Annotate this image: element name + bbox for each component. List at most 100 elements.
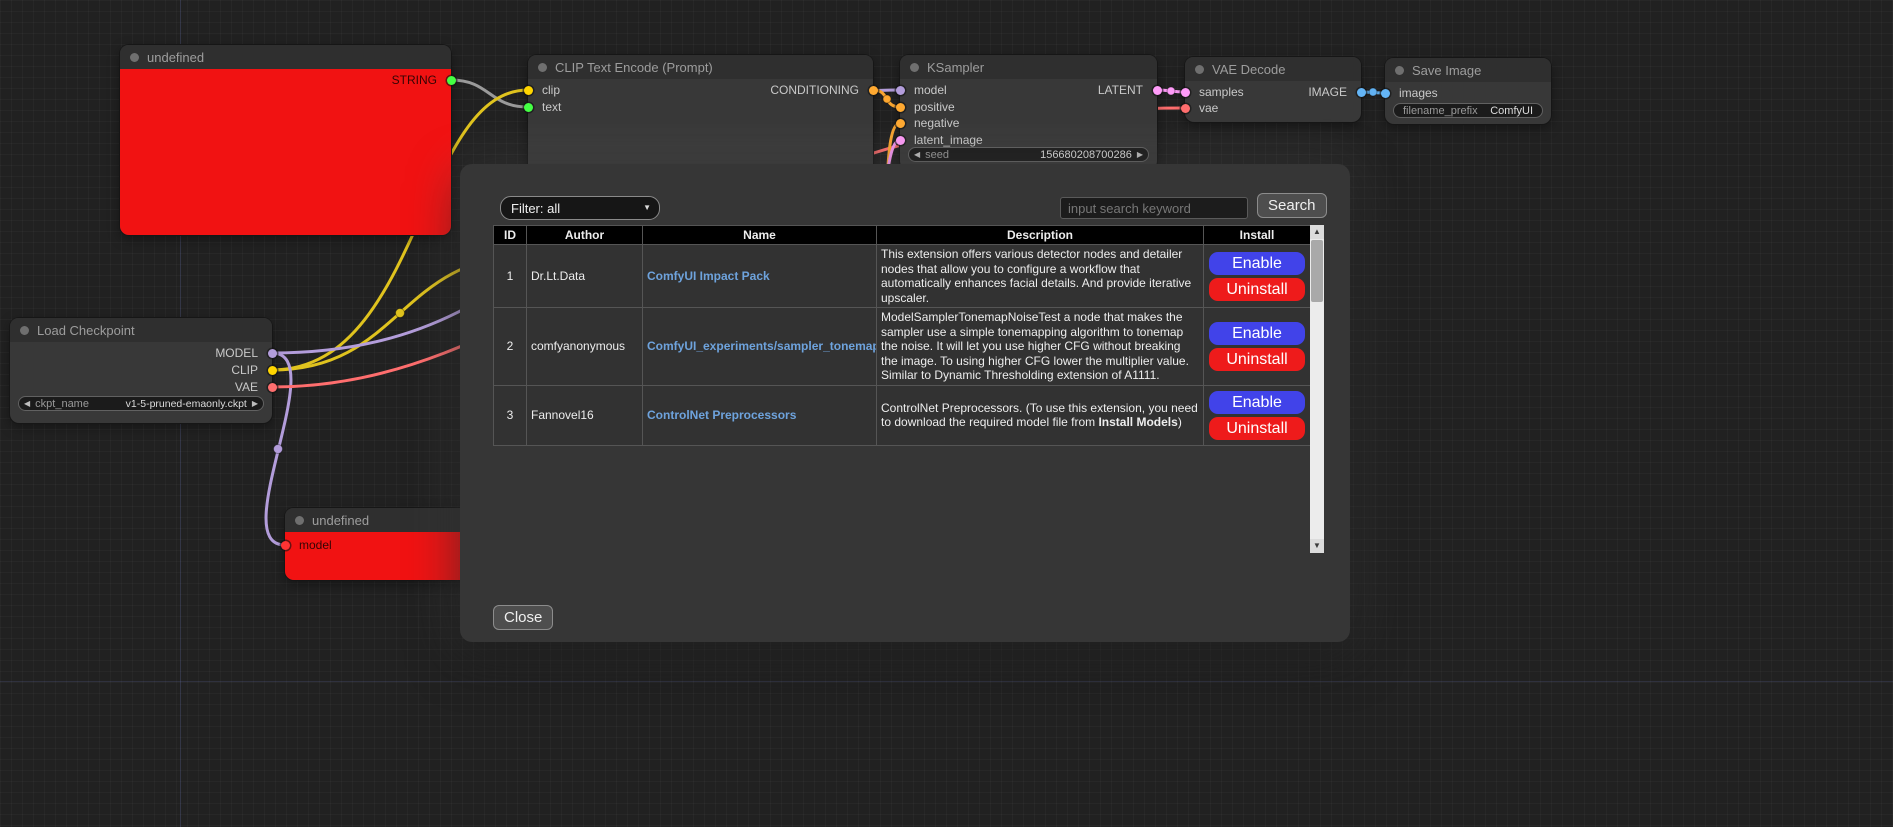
table-row: 3 Fannovel16 ControlNet Preprocessors Co… — [494, 385, 1311, 445]
output-dot-model[interactable] — [268, 349, 277, 358]
cell-author: comfyanonymous — [527, 308, 643, 386]
node-ksampler[interactable]: KSampler model positive negative latent_… — [900, 55, 1157, 170]
output-dot-image[interactable] — [1357, 88, 1366, 97]
input-dot-negative[interactable] — [896, 119, 905, 128]
input-dot-latent-image[interactable] — [896, 136, 905, 145]
input-dot-images[interactable] — [1381, 89, 1390, 98]
output-dot-conditioning[interactable] — [869, 86, 878, 95]
output-label-vae: VAE — [235, 380, 258, 394]
scroll-down-icon[interactable]: ▼ — [1310, 539, 1324, 553]
cell-id: 2 — [494, 308, 527, 386]
link-dot-model — [274, 445, 283, 454]
output-label-latent: LATENT — [1098, 83, 1143, 97]
enable-button[interactable]: Enable — [1209, 391, 1305, 414]
input-label-text: text — [542, 100, 561, 114]
collapse-dot-icon[interactable] — [538, 63, 547, 72]
collapse-dot-icon[interactable] — [910, 63, 919, 72]
header-author: Author — [527, 226, 643, 245]
filter-select[interactable]: Filter: all — [500, 196, 660, 220]
header-install: Install — [1204, 226, 1311, 245]
collapse-dot-icon[interactable] — [130, 53, 139, 62]
node-load-checkpoint[interactable]: Load Checkpoint MODEL CLIP VAE ◀ ckpt_na… — [10, 318, 272, 423]
widget-right-arrow-icon[interactable]: ▶ — [247, 397, 263, 410]
search-button[interactable]: Search — [1257, 193, 1327, 218]
search-input[interactable] — [1060, 197, 1248, 219]
node-title-label: VAE Decode — [1212, 62, 1285, 77]
node-title-label: undefined — [312, 513, 369, 528]
input-dot-positive[interactable] — [896, 103, 905, 112]
filter-select-wrap: Filter: all ▼ — [500, 196, 660, 220]
uninstall-button[interactable]: Uninstall — [1209, 417, 1305, 440]
input-label-vae: vae — [1199, 101, 1218, 115]
uninstall-button[interactable]: Uninstall — [1209, 278, 1305, 301]
close-button[interactable]: Close — [493, 605, 553, 630]
output-label-image: IMAGE — [1308, 85, 1347, 99]
input-label-model: model — [299, 538, 332, 552]
node-undefined-top[interactable]: undefined STRING — [120, 45, 451, 235]
output-dot-clip[interactable] — [268, 366, 277, 375]
cell-description: ControlNet Preprocessors. (To use this e… — [877, 385, 1204, 445]
cell-description: This extension offers various detector n… — [877, 245, 1204, 308]
extension-link[interactable]: ControlNet Preprocessors — [647, 408, 796, 422]
input-label-images: images — [1399, 86, 1438, 100]
seed-widget[interactable]: ◀ seed 156680208700286 ▶ — [908, 147, 1149, 162]
input-label-negative: negative — [914, 116, 959, 130]
node-clip-text-encode[interactable]: CLIP Text Encode (Prompt) clip text COND… — [528, 55, 873, 175]
output-label-string: STRING — [392, 73, 437, 87]
extension-link[interactable]: ComfyUI Impact Pack — [647, 269, 770, 283]
widget-right-arrow-icon[interactable]: ▶ — [1132, 148, 1148, 161]
collapse-dot-icon[interactable] — [1395, 66, 1404, 75]
extensions-table: ID Author Name Description Install 1 Dr.… — [493, 225, 1311, 446]
enable-button[interactable]: Enable — [1209, 252, 1305, 275]
extension-link[interactable]: ComfyUI_experiments/sampler_tonemap — [647, 339, 877, 353]
node-title-label: CLIP Text Encode (Prompt) — [555, 60, 713, 75]
enable-button[interactable]: Enable — [1209, 322, 1305, 345]
cell-id: 3 — [494, 385, 527, 445]
cell-description: ModelSamplerTonemapNoiseTest a node that… — [877, 308, 1204, 386]
input-dot-model[interactable] — [281, 541, 290, 550]
input-label-latent-image: latent_image — [914, 133, 983, 147]
collapse-dot-icon[interactable] — [1195, 65, 1204, 74]
table-row: 2 comfyanonymous ComfyUI_experiments/sam… — [494, 308, 1311, 386]
comfyui-canvas[interactable]: undefined STRING CLIP Text Encode (Promp… — [0, 0, 1893, 827]
node-vae-decode[interactable]: VAE Decode samples vae IMAGE — [1185, 57, 1361, 122]
header-name: Name — [643, 226, 877, 245]
link-dot-image — [1369, 88, 1377, 96]
link-dot-clip — [396, 309, 405, 318]
output-label-model: MODEL — [215, 346, 258, 360]
node-title-label: undefined — [147, 50, 204, 65]
ckpt-widget-value: v1-5-pruned-emaonly.ckpt — [126, 398, 247, 410]
seed-widget-label: seed — [925, 149, 949, 161]
cell-author: Dr.Lt.Data — [527, 245, 643, 308]
header-id: ID — [494, 226, 527, 245]
table-header-row: ID Author Name Description Install — [494, 226, 1311, 245]
input-dot-text[interactable] — [524, 103, 533, 112]
uninstall-button[interactable]: Uninstall — [1209, 348, 1305, 371]
table-scrollbar[interactable]: ▲ ▼ — [1310, 225, 1324, 553]
output-label-conditioning: CONDITIONING — [770, 83, 859, 97]
output-dot-latent[interactable] — [1153, 86, 1162, 95]
node-save-image[interactable]: Save Image images filename_prefix ComfyU… — [1385, 58, 1551, 124]
widget-left-arrow-icon[interactable]: ◀ — [909, 148, 925, 161]
node-title-label: KSampler — [927, 60, 984, 75]
extension-manager-dialog: Filter: all ▼ Search ID Author Name Desc… — [460, 164, 1350, 642]
cell-author: Fannovel16 — [527, 385, 643, 445]
node-title-label: Save Image — [1412, 63, 1481, 78]
cell-id: 1 — [494, 245, 527, 308]
widget-left-arrow-icon[interactable]: ◀ — [19, 397, 35, 410]
input-dot-vae[interactable] — [1181, 104, 1190, 113]
link-dot-latent — [1167, 87, 1175, 95]
output-dot-string[interactable] — [447, 76, 456, 85]
filename-prefix-widget[interactable]: filename_prefix ComfyUI — [1393, 103, 1543, 118]
table-row: 1 Dr.Lt.Data ComfyUI Impact Pack This ex… — [494, 245, 1311, 308]
scrollbar-thumb[interactable] — [1311, 240, 1323, 302]
collapse-dot-icon[interactable] — [295, 516, 304, 525]
scroll-up-icon[interactable]: ▲ — [1310, 225, 1324, 239]
output-dot-vae[interactable] — [268, 383, 277, 392]
ckpt-widget-label: ckpt_name — [35, 398, 89, 410]
output-label-clip: CLIP — [231, 363, 258, 377]
filename-prefix-value: ComfyUI — [1490, 105, 1533, 117]
collapse-dot-icon[interactable] — [20, 326, 29, 335]
seed-widget-value: 156680208700286 — [1040, 149, 1132, 161]
ckpt-name-widget[interactable]: ◀ ckpt_name v1-5-pruned-emaonly.ckpt ▶ — [18, 396, 264, 411]
